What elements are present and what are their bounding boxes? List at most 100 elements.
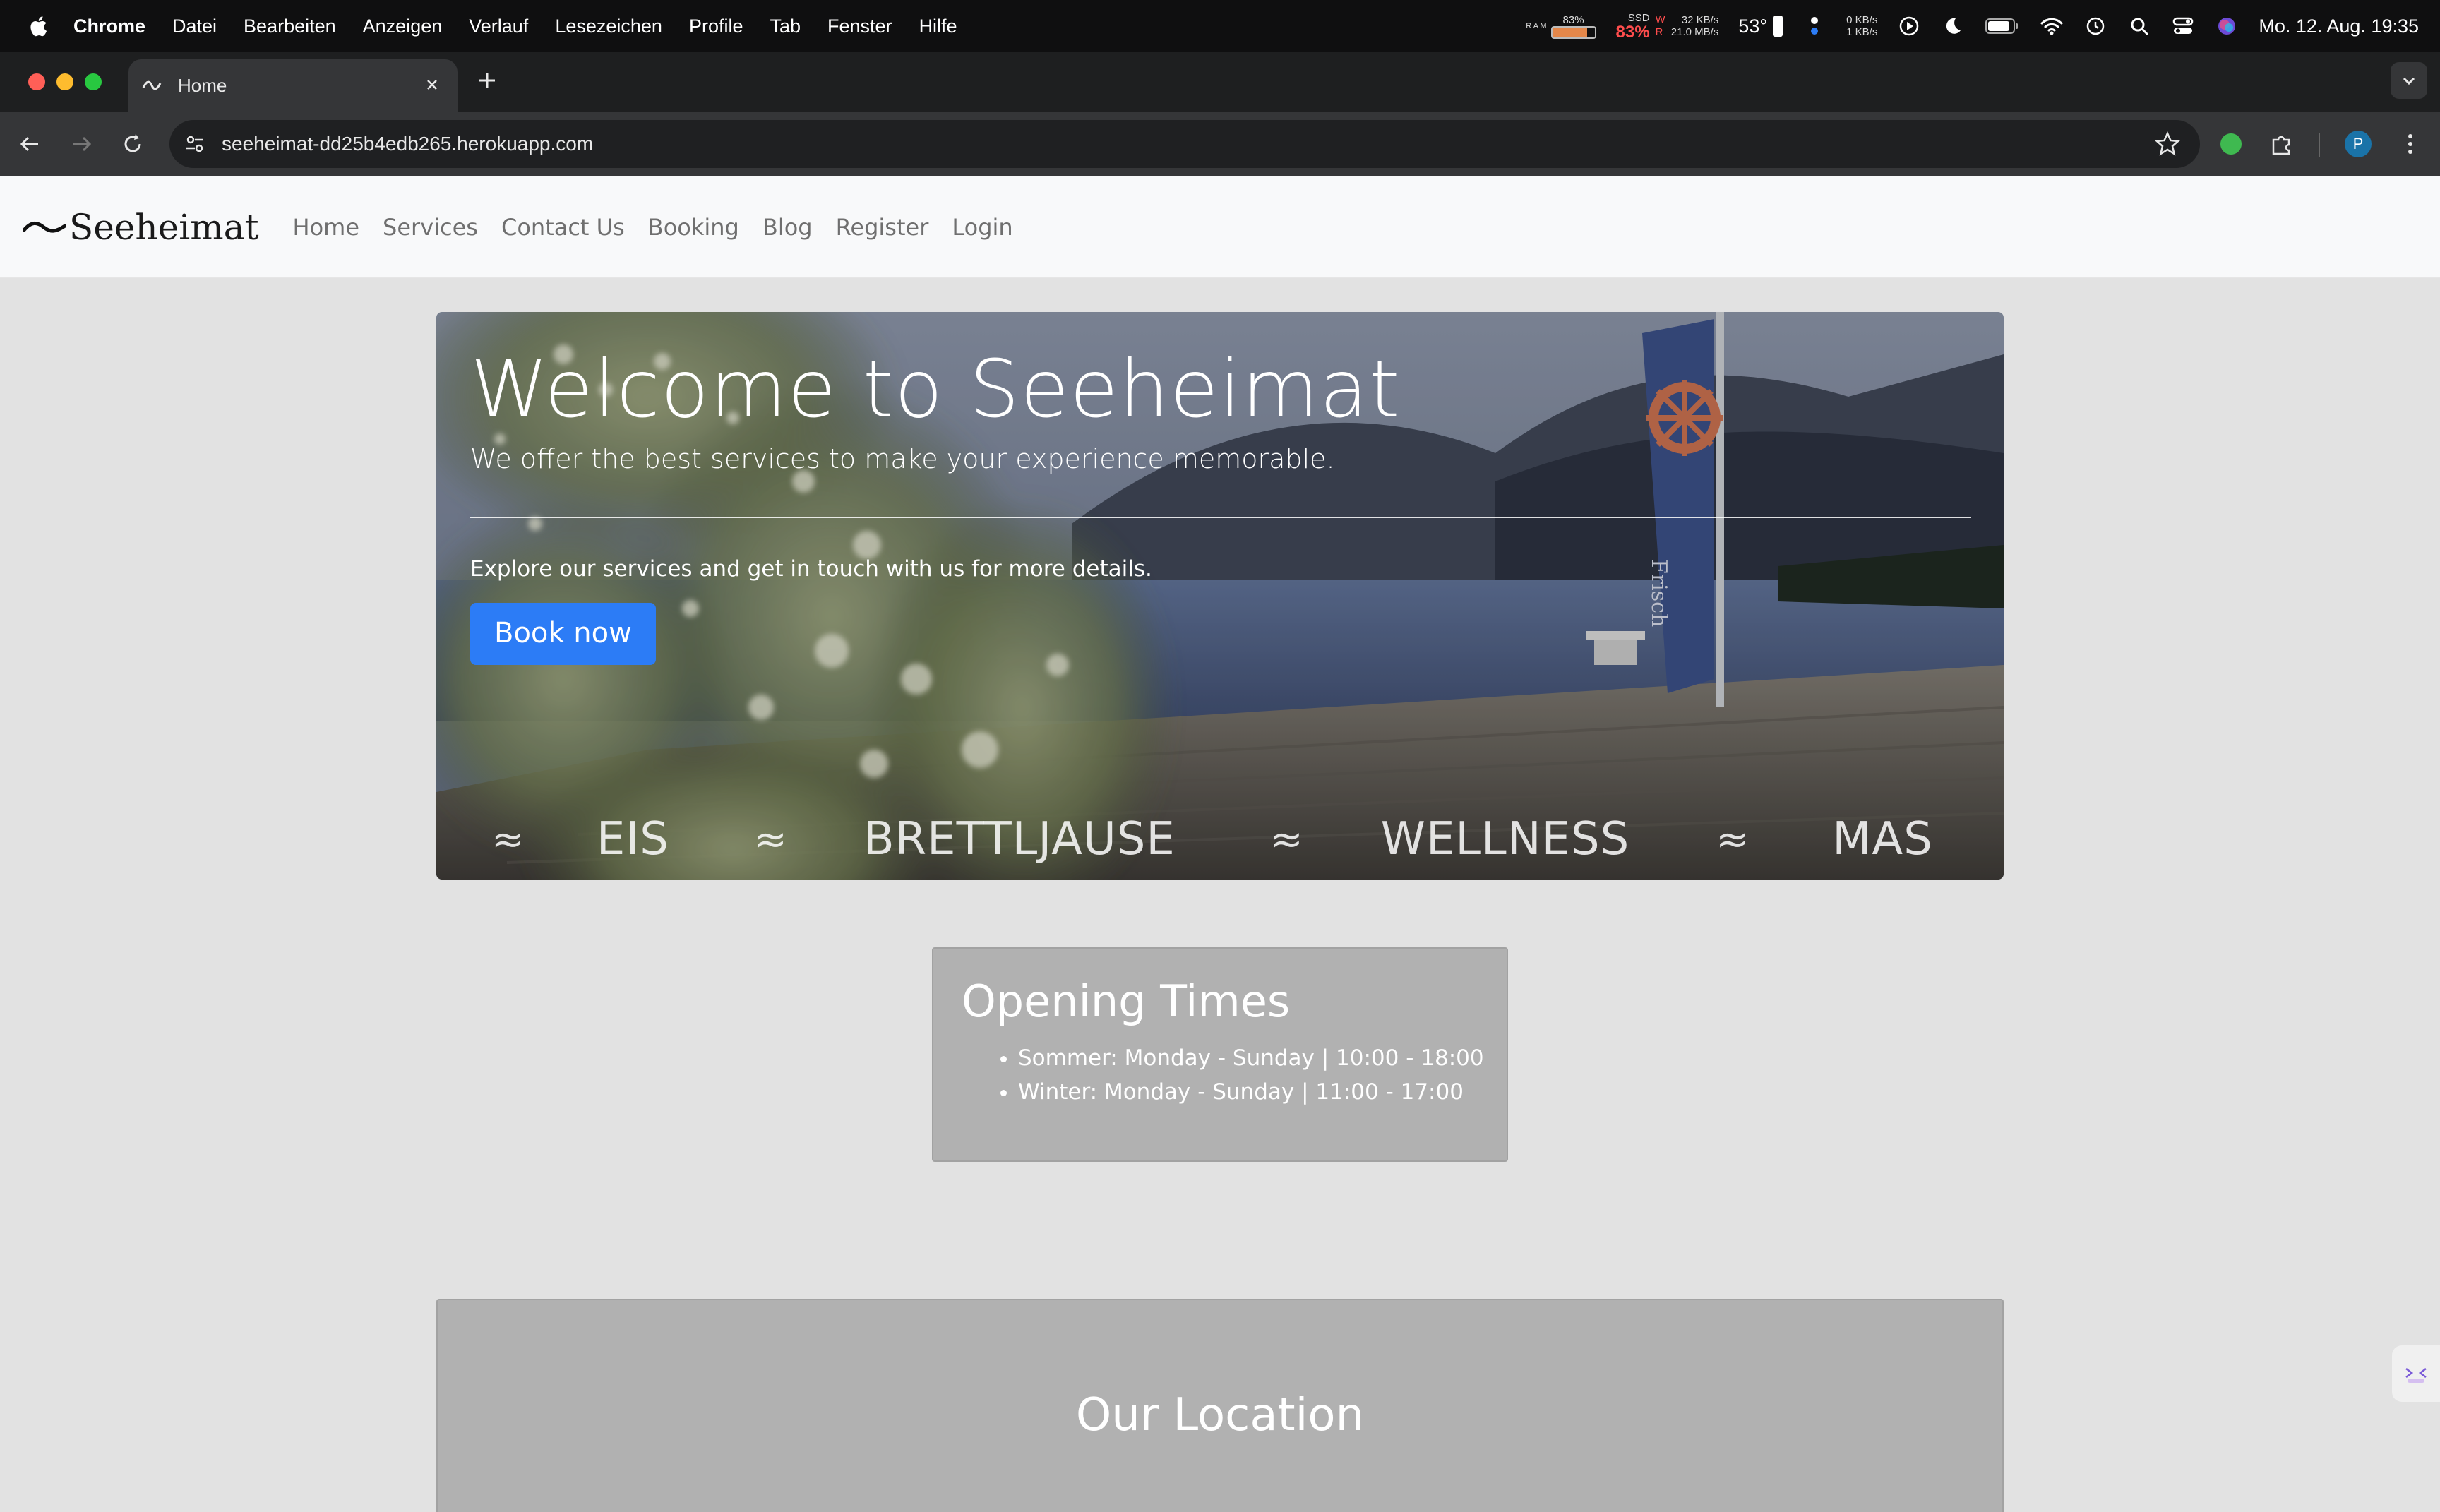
site-navbar: Seeheimat Home Services Contact Us Booki… bbox=[0, 176, 2440, 278]
datetime[interactable]: Mo. 12. Aug. 19:35 bbox=[2259, 16, 2419, 37]
new-tab-plus-icon[interactable] bbox=[474, 68, 500, 93]
nav-services[interactable]: Services bbox=[383, 214, 478, 241]
extension-status-icon[interactable] bbox=[2215, 128, 2247, 160]
menu-anzeigen[interactable]: Anzeigen bbox=[363, 16, 443, 37]
collapse-arrows-icon bbox=[2405, 1368, 2427, 1383]
menu-datei[interactable]: Datei bbox=[172, 16, 217, 37]
window-zoom-button[interactable] bbox=[85, 73, 102, 90]
ram-usage-bar bbox=[1550, 25, 1596, 39]
ticker-separator: ≈ bbox=[491, 816, 525, 863]
network-monitor[interactable]: 0 KB/s 1 KB/s bbox=[1846, 14, 1877, 38]
macos-menubar: Chrome Datei Bearbeiten Anzeigen Verlauf… bbox=[0, 0, 2440, 52]
disk-read-rate: 21.0 MB/s bbox=[1670, 26, 1719, 38]
toolbar-divider bbox=[2319, 133, 2320, 157]
back-arrow-icon[interactable] bbox=[16, 130, 44, 158]
ticker-separator: ≈ bbox=[753, 816, 787, 863]
ticker-separator: ≈ bbox=[1269, 816, 1303, 863]
ram-monitor[interactable]: R A M 83% bbox=[1526, 14, 1596, 39]
hero-text: Explore our services and get in touch wi… bbox=[470, 556, 1152, 582]
siri-icon[interactable] bbox=[2215, 14, 2239, 38]
location-card: Our Location bbox=[436, 1299, 2004, 1512]
network-up-rate: 0 KB/s bbox=[1846, 14, 1878, 26]
nav-blog[interactable]: Blog bbox=[762, 214, 813, 241]
disk-monitor[interactable]: SSD 83% W R 32 KB/s 21.0 MB/s bbox=[1616, 12, 1719, 41]
menu-verlauf[interactable]: Verlauf bbox=[469, 16, 528, 37]
hero-banner: Frisch Welcome to Seeheimat We offer the… bbox=[436, 312, 2004, 880]
sensor-icon bbox=[1773, 16, 1783, 37]
ticker-separator: ≈ bbox=[1716, 816, 1750, 863]
browser-tab-strip: Home bbox=[0, 52, 2440, 112]
menu-app-name[interactable]: Chrome bbox=[73, 16, 145, 37]
bookmark-star-icon[interactable] bbox=[2153, 130, 2182, 158]
moon-icon[interactable] bbox=[1941, 14, 1965, 38]
chevron-down-icon bbox=[2403, 77, 2415, 85]
network-down-rate: 1 KB/s bbox=[1846, 26, 1878, 38]
ram-usage-fill bbox=[1552, 27, 1588, 37]
menu-bearbeiten[interactable]: Bearbeiten bbox=[244, 16, 336, 37]
reload-icon[interactable] bbox=[119, 130, 147, 158]
opening-times-title: Opening Times bbox=[962, 976, 1291, 1027]
window-minimize-button[interactable] bbox=[56, 73, 73, 90]
tab-close-icon[interactable] bbox=[422, 75, 442, 95]
ticker-item-eis: EIS bbox=[596, 813, 669, 865]
window-close-button[interactable] bbox=[28, 73, 45, 90]
menubar-status-area: R A M 83% SSD 83% W R 32 KB/s 21.0 MB/s … bbox=[1526, 0, 2419, 52]
menu-hilfe[interactable]: Hilfe bbox=[919, 16, 957, 37]
browser-tab-home[interactable]: Home bbox=[128, 59, 458, 112]
ticker-item-brettljause: BRETTLJAUSE bbox=[863, 813, 1176, 865]
location-title: Our Location bbox=[1075, 1389, 1365, 1441]
profile-initial: P bbox=[2352, 135, 2364, 152]
temperature-value: 53° bbox=[1738, 15, 1768, 37]
menu-fenster[interactable]: Fenster bbox=[827, 16, 892, 37]
nav-contact-us[interactable]: Contact Us bbox=[501, 214, 625, 241]
tab-search-button[interactable] bbox=[2391, 62, 2427, 99]
nav-login[interactable]: Login bbox=[952, 214, 1012, 241]
book-now-button[interactable]: Book now bbox=[470, 603, 656, 665]
site-settings-icon[interactable] bbox=[181, 130, 209, 158]
dot-indicator-icon[interactable] bbox=[1802, 14, 1826, 38]
apple-logo-icon[interactable] bbox=[27, 14, 48, 38]
nav-home[interactable]: Home bbox=[293, 214, 360, 241]
disk-write-label: W bbox=[1655, 13, 1665, 25]
tab-title: Home bbox=[178, 74, 227, 96]
opening-times-item: Sommer: Monday - Sunday | 10:00 - 18:00 bbox=[1018, 1041, 1507, 1075]
profile-avatar[interactable]: P bbox=[2343, 128, 2374, 160]
time-machine-icon[interactable] bbox=[2083, 14, 2107, 38]
browser-toolbar: seeheimat-dd25b4edb265.herokuapp.com P bbox=[0, 112, 2440, 176]
ssd-percent: 83% bbox=[1615, 22, 1650, 42]
menu-profile[interactable]: Profile bbox=[689, 16, 743, 37]
play-icon[interactable] bbox=[1897, 14, 1921, 38]
ram-percent: 83% bbox=[1562, 13, 1584, 26]
side-panel-handle[interactable] bbox=[2392, 1345, 2440, 1402]
nav-register[interactable]: Register bbox=[836, 214, 929, 241]
ssd-label: SSD bbox=[1627, 11, 1650, 24]
site-brand[interactable]: Seeheimat bbox=[23, 207, 259, 248]
opening-times-item: Winter: Monday - Sunday | 11:00 - 17:00 bbox=[1018, 1075, 1507, 1109]
hero-divider bbox=[470, 517, 1971, 518]
battery-icon[interactable] bbox=[1985, 14, 2020, 38]
opening-times-list: Sommer: Monday - Sunday | 10:00 - 18:00 … bbox=[1018, 1041, 1507, 1109]
disk-write-rate: 32 KB/s bbox=[1681, 14, 1719, 26]
wifi-icon[interactable] bbox=[2040, 14, 2064, 38]
hero-title: Welcome to Seeheimat bbox=[470, 344, 1401, 436]
spotlight-search-icon[interactable] bbox=[2127, 14, 2151, 38]
control-center-icon[interactable] bbox=[2171, 14, 2195, 38]
menu-tab[interactable]: Tab bbox=[770, 16, 801, 37]
more-menu-icon[interactable] bbox=[2396, 130, 2424, 158]
site-favicon-icon bbox=[142, 80, 162, 90]
web-page: Seeheimat Home Services Contact Us Booki… bbox=[0, 176, 2440, 1512]
services-ticker: ≈ EIS ≈ BRETTLJAUSE ≈ WELLNESS ≈ MAS bbox=[436, 799, 2004, 880]
hero-lead: We offer the best services to make your … bbox=[470, 443, 1335, 474]
disk-read-label: R bbox=[1655, 26, 1663, 38]
menu-lesezeichen[interactable]: Lesezeichen bbox=[555, 16, 662, 37]
address-bar[interactable]: seeheimat-dd25b4edb265.herokuapp.com bbox=[169, 120, 2200, 168]
temperature-monitor[interactable]: 53° bbox=[1738, 16, 1783, 37]
extensions-puzzle-icon[interactable] bbox=[2266, 128, 2297, 160]
nav-booking[interactable]: Booking bbox=[648, 214, 739, 241]
wave-logo-icon bbox=[23, 221, 66, 232]
ticker-item-wellness: WELLNESS bbox=[1380, 813, 1630, 865]
brand-name: Seeheimat bbox=[69, 206, 259, 248]
ticker-item-mas: MAS bbox=[1832, 813, 1933, 865]
opening-times-card: Opening Times Sommer: Monday - Sunday | … bbox=[932, 947, 1508, 1162]
forward-arrow-icon[interactable] bbox=[68, 130, 96, 158]
